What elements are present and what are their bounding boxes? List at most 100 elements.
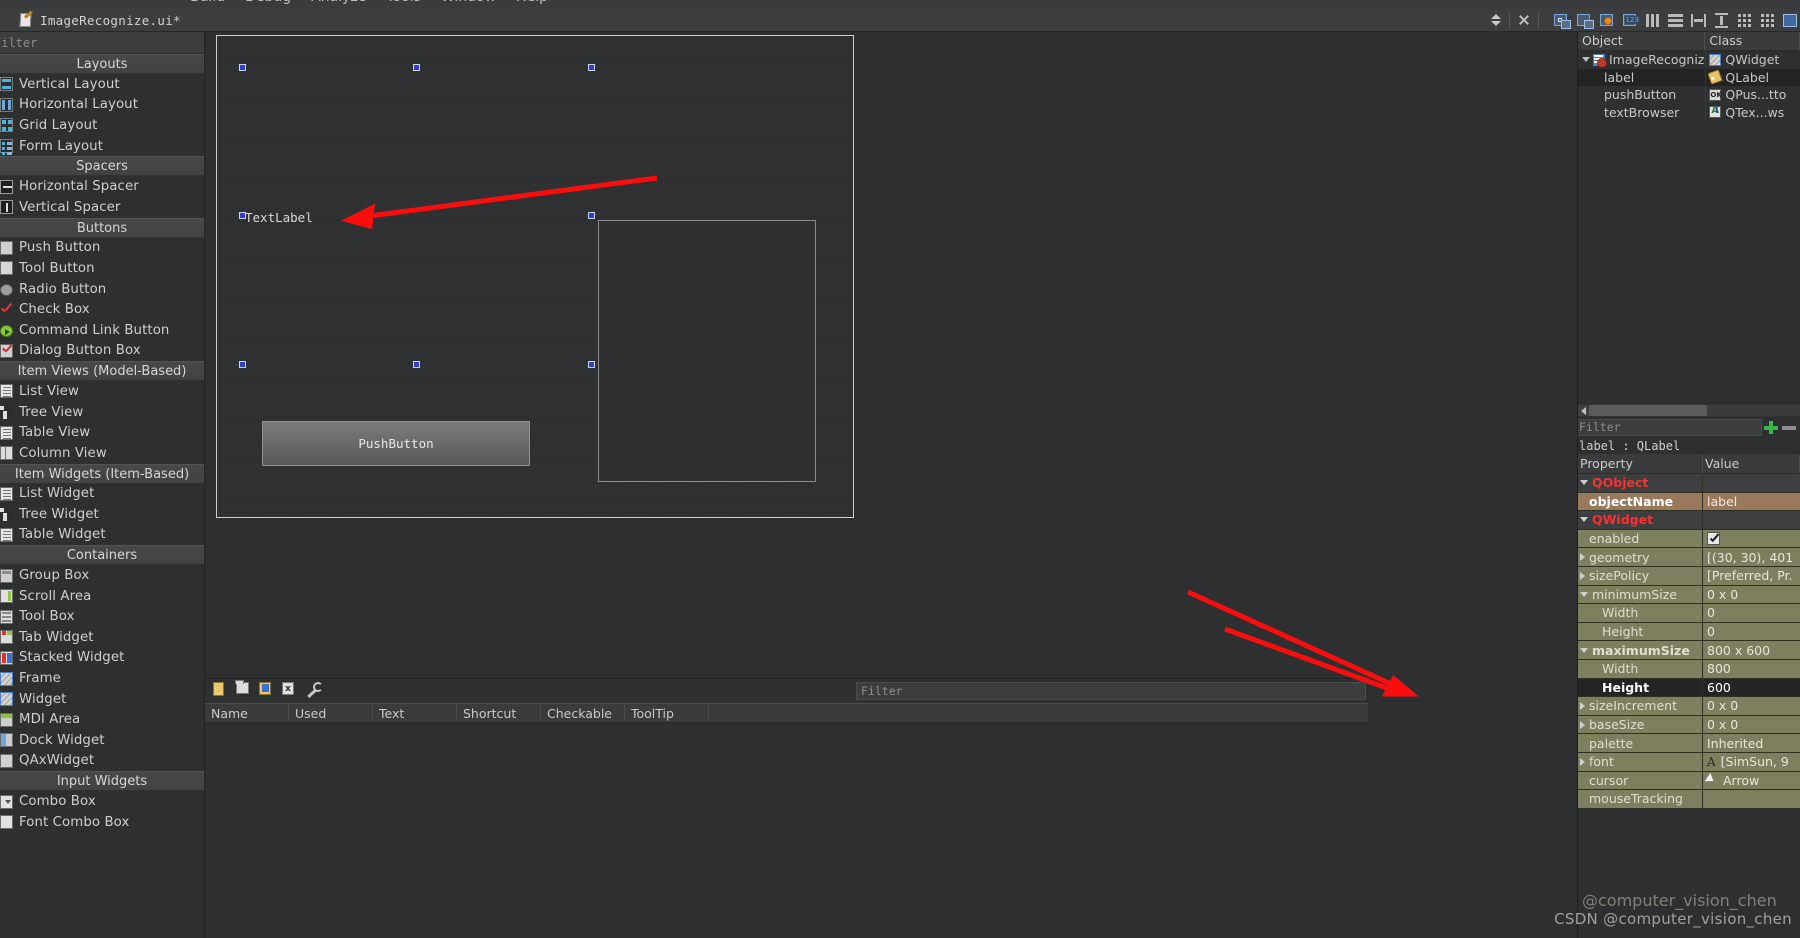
widget-item-form-layout[interactable]: Form Layout: [0, 136, 204, 157]
new-folder-icon[interactable]: [236, 682, 253, 700]
layout-splitter-v-icon[interactable]: [1711, 11, 1731, 30]
layout-horizontal-icon[interactable]: [1642, 11, 1662, 30]
widget-item-vertical-spacer[interactable]: Vertical Spacer: [0, 197, 204, 218]
property-row-font[interactable]: font A [SimSun, 9: [1578, 752, 1800, 772]
widget-group-header[interactable]: Containers: [0, 545, 204, 566]
minus-icon[interactable]: [1780, 419, 1798, 436]
property-value-cell[interactable]: 0 x 0: [1703, 715, 1800, 735]
widget-item-dock-widget[interactable]: Dock Widget: [0, 730, 204, 751]
property-row-sizePolicy[interactable]: sizePolicy [Preferred, Pr.: [1578, 566, 1800, 586]
property-value-cell[interactable]: Inherited: [1703, 734, 1800, 753]
property-row-Width[interactable]: Width 0: [1578, 604, 1800, 623]
chevron-right-icon[interactable]: [1580, 757, 1585, 766]
widget-item-stacked-widget[interactable]: Stacked Widget: [0, 648, 204, 669]
property-row-objectName[interactable]: objectName label: [1578, 492, 1800, 512]
layout-form-icon[interactable]: [1734, 11, 1754, 30]
chevron-down-icon[interactable]: [1580, 647, 1588, 653]
widget-item-tab-widget[interactable]: Tab Widget: [0, 627, 204, 648]
widget-group-header[interactable]: Buttons: [0, 217, 204, 238]
property-row-Height[interactable]: Height 600: [1578, 678, 1800, 698]
object-row-label[interactable]: label QLabel: [1578, 68, 1800, 86]
form-text-browser[interactable]: [598, 220, 816, 482]
widget-item-widget[interactable]: Widget: [0, 689, 204, 710]
property-row-maximumSize[interactable]: maximumSize 800 x 600: [1578, 641, 1800, 660]
property-row-geometry[interactable]: geometry [(30, 30), 401: [1578, 548, 1800, 567]
action-col-checkable[interactable]: Checkable: [541, 704, 625, 722]
widget-box-filter[interactable]: Filter: [0, 32, 204, 54]
object-row-textBrowser[interactable]: textBrowser QTex...ws: [1578, 104, 1800, 122]
chevron-right-icon[interactable]: [1580, 720, 1585, 729]
widget-item-tool-box[interactable]: Tool Box: [0, 606, 204, 627]
widget-item-vertical-layout[interactable]: Vertical Layout: [0, 74, 204, 95]
edit-signals-icon[interactable]: [1573, 11, 1594, 30]
selection-handle-top-left[interactable]: [239, 64, 246, 71]
property-row-QObject[interactable]: QObject: [1578, 474, 1800, 493]
property-value-cell[interactable]: [1703, 474, 1800, 493]
property-value-cell[interactable]: Arrow: [1703, 771, 1800, 791]
property-row-cursor[interactable]: cursor Arrow: [1578, 771, 1800, 791]
object-inspector-hscrollbar[interactable]: [1578, 404, 1800, 417]
widget-item-command-link-button[interactable]: Command Link Button: [0, 320, 204, 341]
layout-vertical-icon[interactable]: [1665, 11, 1685, 30]
edit-widgets-icon[interactable]: [1550, 11, 1571, 30]
property-value-cell[interactable]: [(30, 30), 401: [1703, 548, 1800, 567]
chevron-down-icon[interactable]: [1580, 480, 1588, 486]
property-row-baseSize[interactable]: baseSize 0 x 0: [1578, 715, 1800, 735]
object-row-pushButton[interactable]: pushButton OK QPus...tto: [1578, 86, 1800, 104]
menu-debug[interactable]: Debug: [235, 0, 301, 8]
selection-handle-bottom-left[interactable]: [239, 361, 246, 368]
action-col-used[interactable]: Used: [289, 704, 373, 722]
chevron-down-icon[interactable]: [1580, 517, 1588, 523]
widget-item-list-view[interactable]: List View: [0, 381, 204, 402]
layout-splitter-h-icon[interactable]: [1688, 11, 1708, 30]
property-row-Height[interactable]: Height 0: [1578, 622, 1800, 642]
property-value-cell[interactable]: [1703, 511, 1800, 530]
chevron-down-icon[interactable]: [1580, 591, 1588, 597]
property-value-cell[interactable]: 0: [1703, 622, 1800, 642]
property-row-enabled[interactable]: enabled: [1578, 529, 1800, 549]
widget-item-dialog-button-box[interactable]: Dialog Button Box: [0, 341, 204, 362]
widget-item-push-button[interactable]: Push Button: [0, 238, 204, 259]
property-value-cell[interactable]: A [SimSun, 9: [1703, 752, 1800, 772]
property-value-cell[interactable]: [1703, 790, 1800, 809]
widget-item-mdi-area[interactable]: MDI Area: [0, 709, 204, 730]
widget-item-table-view[interactable]: Table View: [0, 422, 204, 443]
break-layout-icon[interactable]: [1780, 11, 1800, 30]
chevron-right-icon[interactable]: [1580, 553, 1585, 562]
selection-handle-top-right[interactable]: [588, 64, 595, 71]
action-col-name[interactable]: Name: [205, 704, 289, 722]
selection-handle-bottom-center[interactable]: [413, 361, 420, 368]
widget-item-tree-widget[interactable]: Tree Widget: [0, 504, 204, 525]
form-canvas-area[interactable]: TextLabel PushButton: [205, 32, 1368, 678]
selection-handle-middle-right[interactable]: [588, 212, 595, 219]
property-value-cell[interactable]: [Preferred, Pr.: [1703, 566, 1800, 586]
property-value-cell[interactable]: 600: [1703, 678, 1800, 698]
configure-icon[interactable]: [305, 682, 322, 700]
edit-buddies-icon[interactable]: [1596, 11, 1616, 30]
layout-grid-icon[interactable]: [1757, 11, 1777, 30]
menu-window[interactable]: Window: [431, 0, 506, 8]
action-col-tooltip[interactable]: ToolTip: [625, 704, 709, 722]
action-editor-filter[interactable]: Filter: [856, 682, 1366, 700]
menu-tools[interactable]: Tools: [376, 0, 431, 8]
widget-item-horizontal-spacer[interactable]: Horizontal Spacer: [0, 176, 204, 197]
form-push-button[interactable]: PushButton: [262, 421, 530, 466]
widget-item-tree-view[interactable]: Tree View: [0, 402, 204, 423]
widget-item-list-widget[interactable]: List Widget: [0, 484, 204, 505]
property-row-sizeIncrement[interactable]: sizeIncrement 0 x 0: [1578, 697, 1800, 716]
new-action-icon[interactable]: [213, 682, 230, 700]
property-value-cell[interactable]: 0 x 0: [1703, 585, 1800, 605]
spin-updown-icon[interactable]: [1488, 10, 1504, 30]
widget-item-grid-layout[interactable]: Grid Layout: [0, 115, 204, 136]
checkbox-checked-icon[interactable]: [1707, 532, 1720, 546]
chevron-right-icon[interactable]: [1580, 571, 1585, 580]
form-label-textlabel[interactable]: TextLabel: [245, 210, 313, 225]
delete-action-icon[interactable]: x: [282, 682, 299, 700]
widget-group-header[interactable]: Item Views (Model-Based): [0, 361, 204, 382]
chevron-right-icon[interactable]: [1580, 701, 1585, 710]
form-window[interactable]: TextLabel PushButton: [216, 35, 854, 518]
widget-item-check-box[interactable]: Check Box: [0, 299, 204, 320]
property-row-minimumSize[interactable]: minimumSize 0 x 0: [1578, 585, 1800, 605]
scroll-thumb[interactable]: [1589, 405, 1707, 416]
widget-item-qaxwidget[interactable]: QAxWidget: [0, 751, 204, 772]
